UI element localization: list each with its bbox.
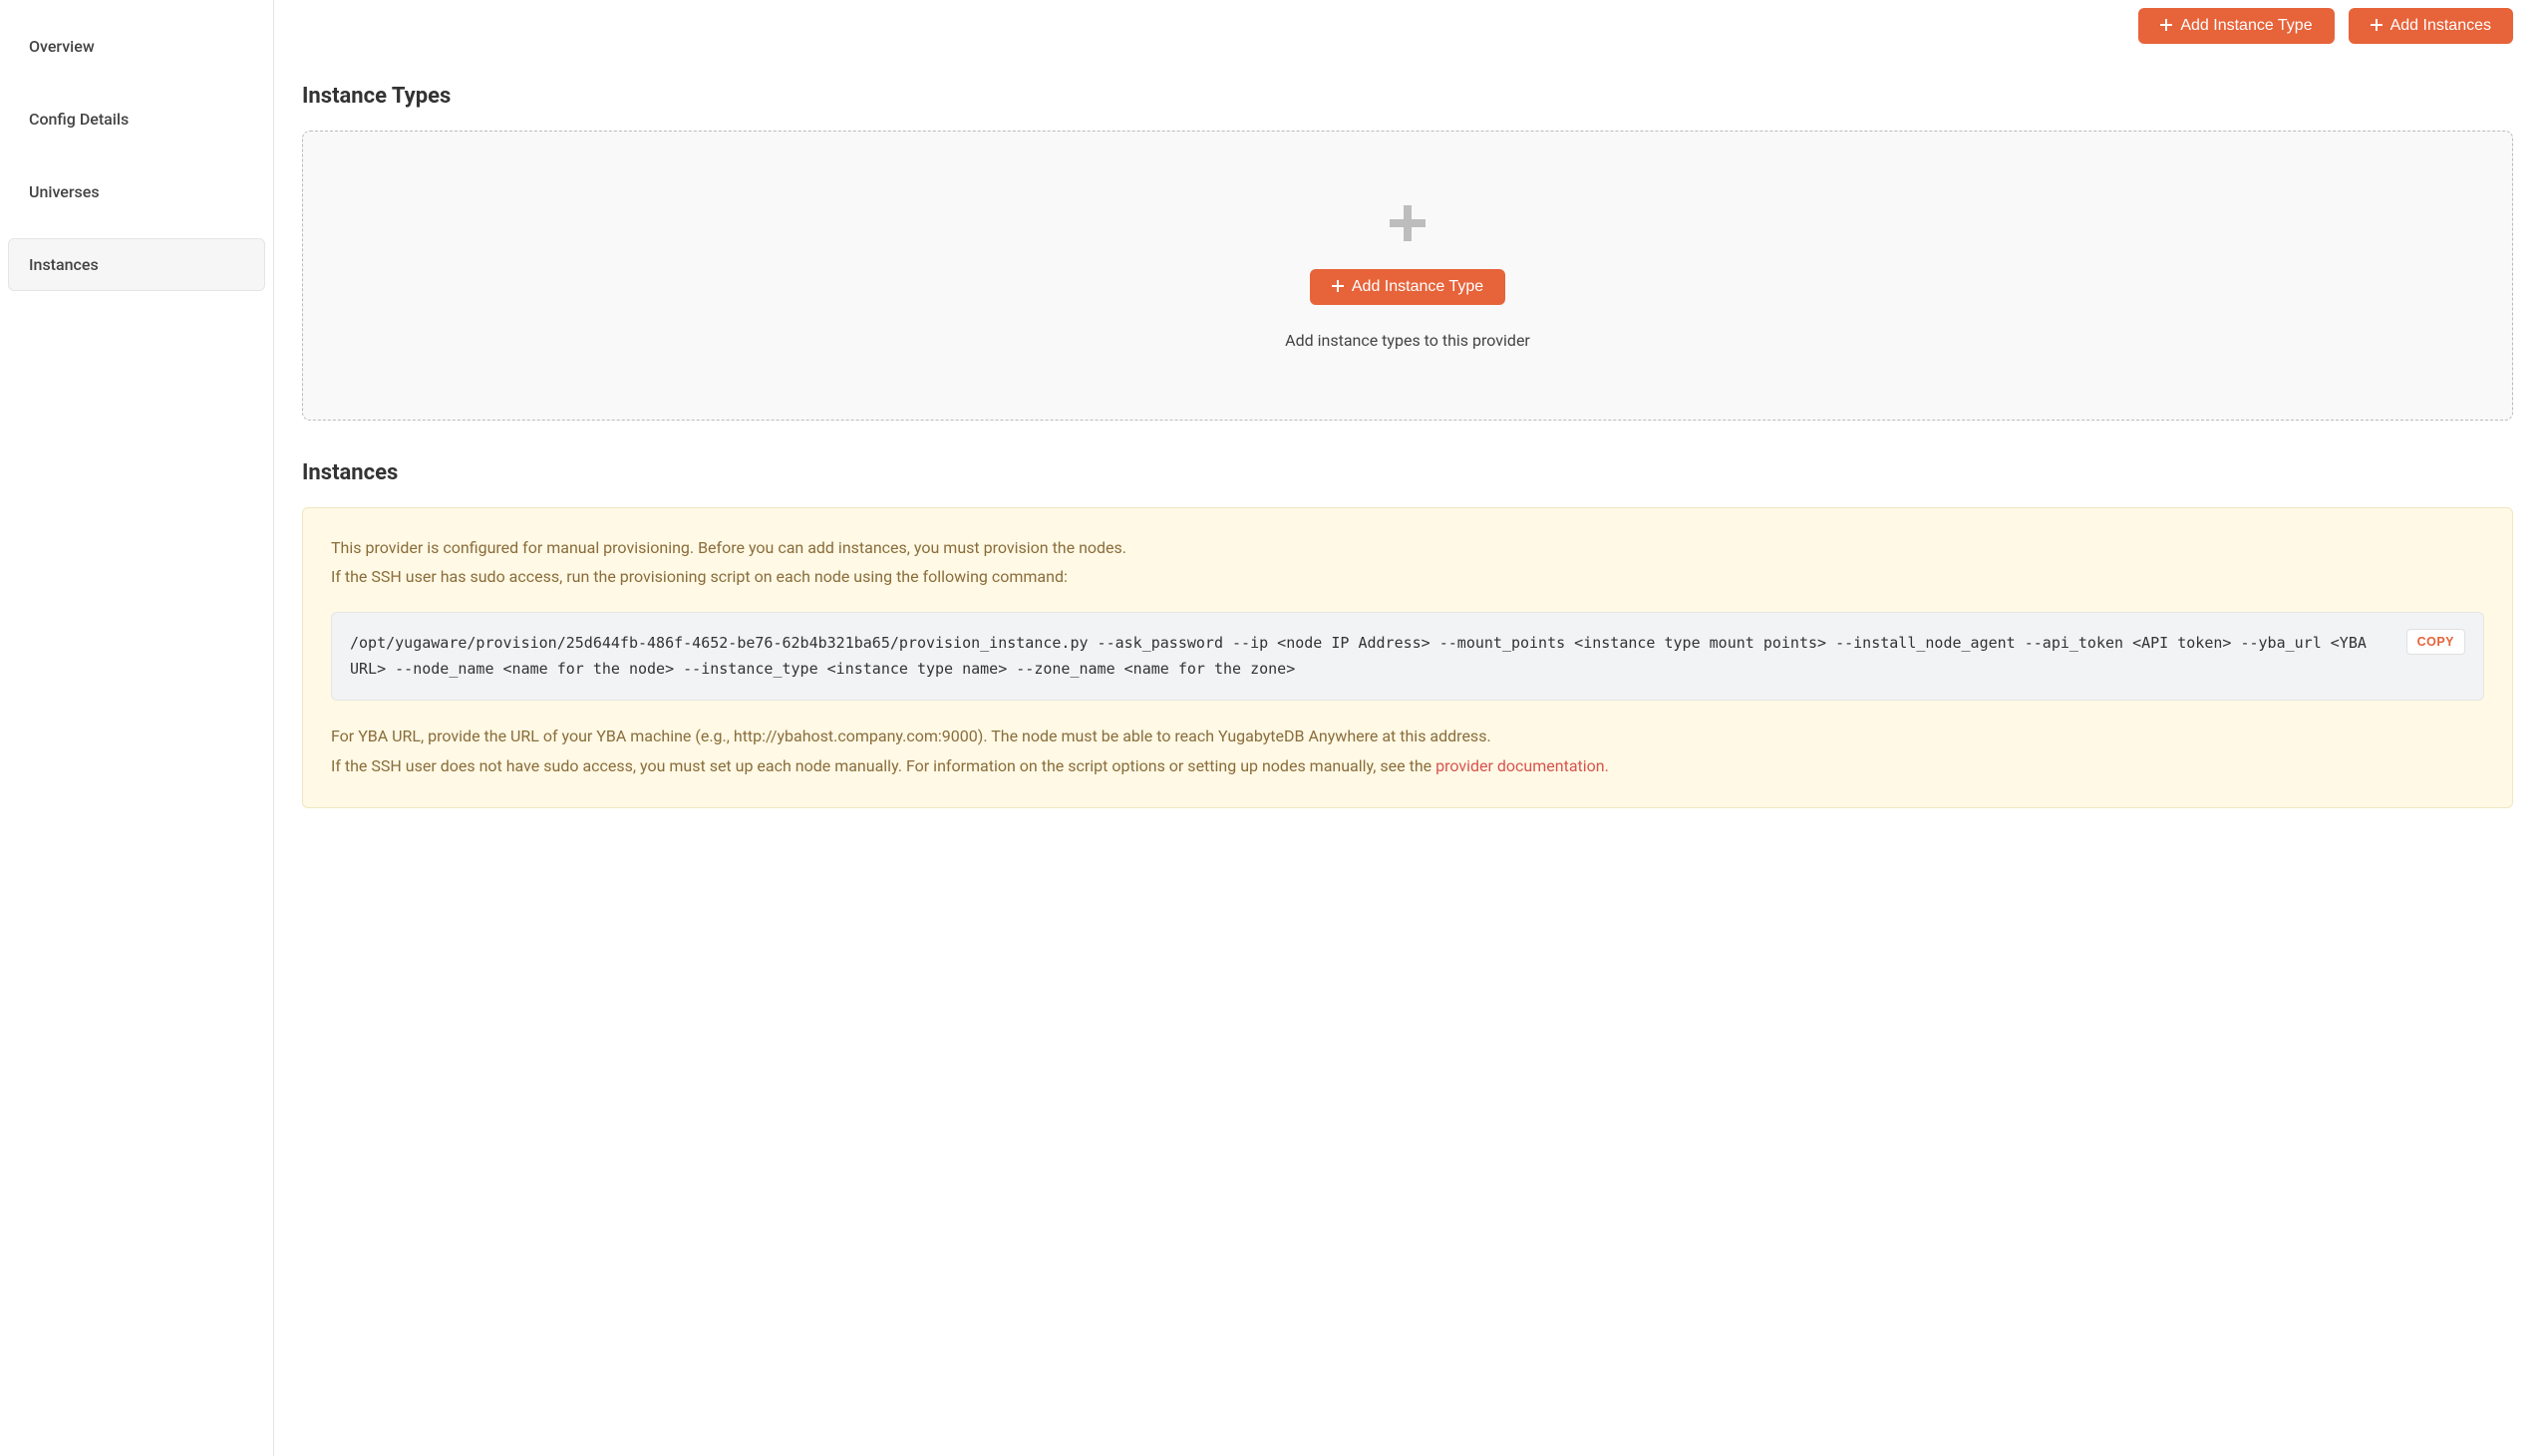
provision-command-box: /opt/yugaware/provision/25d644fb-486f-46… <box>331 612 2484 701</box>
alert-line-1: This provider is configured for manual p… <box>331 534 2484 561</box>
sidebar-item-config-details[interactable]: Config Details <box>8 93 265 146</box>
instance-types-heading: Instance Types <box>302 84 2513 109</box>
copy-command-button[interactable]: COPY <box>2406 629 2465 655</box>
alert-line-4-prefix: If the SSH user does not have sudo acces… <box>331 756 1435 775</box>
button-label: Add Instance Type <box>1352 278 1483 296</box>
instance-types-empty-state: Add Instance Type Add instance types to … <box>302 131 2513 421</box>
button-label: Add Instances <box>2390 17 2491 35</box>
plus-large-icon <box>1390 201 1426 249</box>
add-instance-type-button-center[interactable]: Add Instance Type <box>1310 269 1505 305</box>
instances-heading: Instances <box>302 460 2513 485</box>
empty-state-hint: Add instance types to this provider <box>1285 331 1530 350</box>
alert-line-4: If the SSH user does not have sudo acces… <box>331 752 2484 779</box>
sidebar-item-overview[interactable]: Overview <box>8 20 265 73</box>
alert-line-2: If the SSH user has sudo access, run the… <box>331 563 2484 590</box>
nav-label: Overview <box>29 37 95 56</box>
button-label: Add Instance Type <box>2180 17 2312 35</box>
sidebar-item-universes[interactable]: Universes <box>8 165 265 218</box>
provider-documentation-link[interactable]: provider documentation. <box>1435 756 1609 775</box>
plus-icon <box>1332 279 1344 295</box>
plus-icon <box>2160 18 2172 34</box>
sidebar-item-instances[interactable]: Instances <box>8 238 265 291</box>
nav-label: Config Details <box>29 110 129 129</box>
add-instances-button[interactable]: Add Instances <box>2349 8 2513 44</box>
provisioning-alert: This provider is configured for manual p… <box>302 507 2513 808</box>
nav-label: Universes <box>29 182 100 201</box>
add-instance-type-button-top[interactable]: Add Instance Type <box>2138 8 2334 44</box>
plus-icon <box>2371 18 2382 34</box>
provision-command-text: /opt/yugaware/provision/25d644fb-486f-46… <box>350 634 2367 678</box>
nav-label: Instances <box>29 255 99 274</box>
sidebar: Overview Config Details Universes Instan… <box>0 0 274 1456</box>
alert-line-3: For YBA URL, provide the URL of your YBA… <box>331 723 2484 749</box>
top-action-bar: Add Instance Type Add Instances <box>302 8 2513 44</box>
main-content: Add Instance Type Add Instances Instance… <box>274 0 2541 1456</box>
